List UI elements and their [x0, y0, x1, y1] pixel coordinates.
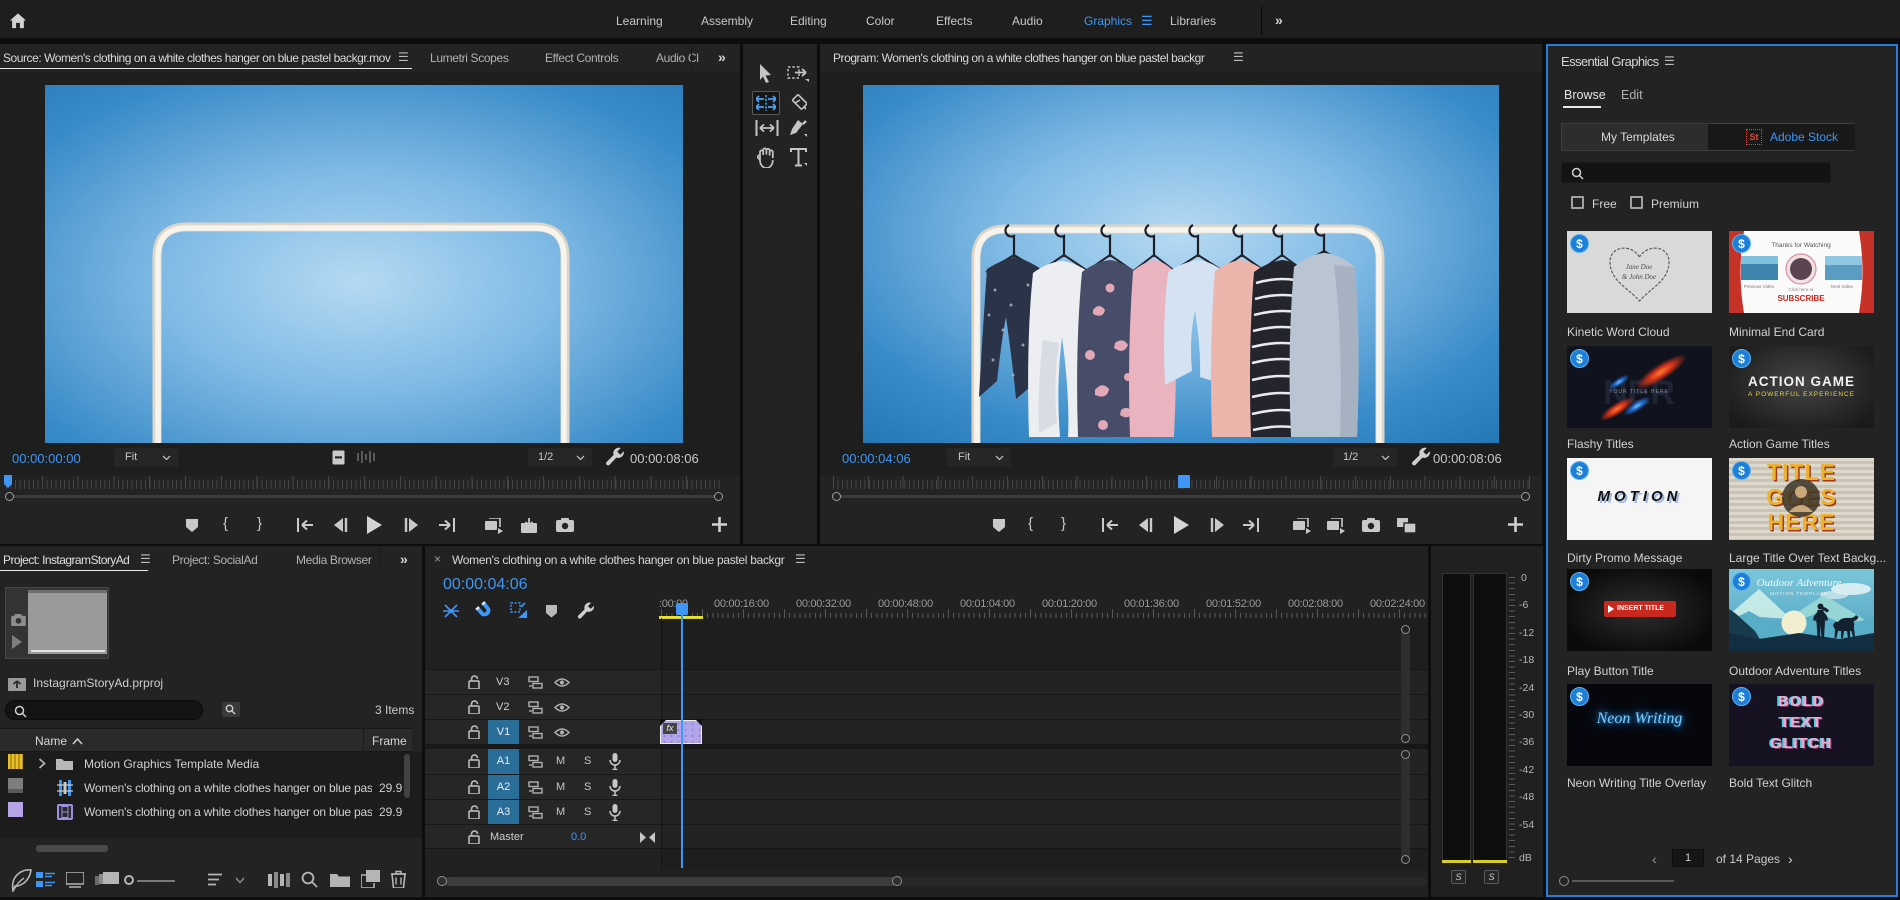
svg-text:Click here or: Click here or [1788, 287, 1814, 292]
svg-text:SUBSCRIBE: SUBSCRIBE [1777, 294, 1825, 303]
svg-text:Thanks for Watching: Thanks for Watching [1771, 242, 1831, 249]
svg-text:Jane Doe: Jane Doe [1626, 263, 1653, 271]
svg-text:Outdoor Adventure: Outdoor Adventure [1757, 577, 1842, 589]
svg-text:MOTION TEMPLATE: MOTION TEMPLATE [1770, 591, 1828, 596]
svg-text:& John Doe: & John Doe [1622, 273, 1656, 281]
svg-text:YOUR TITLE HERE: YOUR TITLE HERE [1609, 389, 1669, 395]
svg-text:Next Video: Next Video [1831, 284, 1853, 289]
svg-text:Previous Video: Previous Video [1744, 284, 1775, 289]
